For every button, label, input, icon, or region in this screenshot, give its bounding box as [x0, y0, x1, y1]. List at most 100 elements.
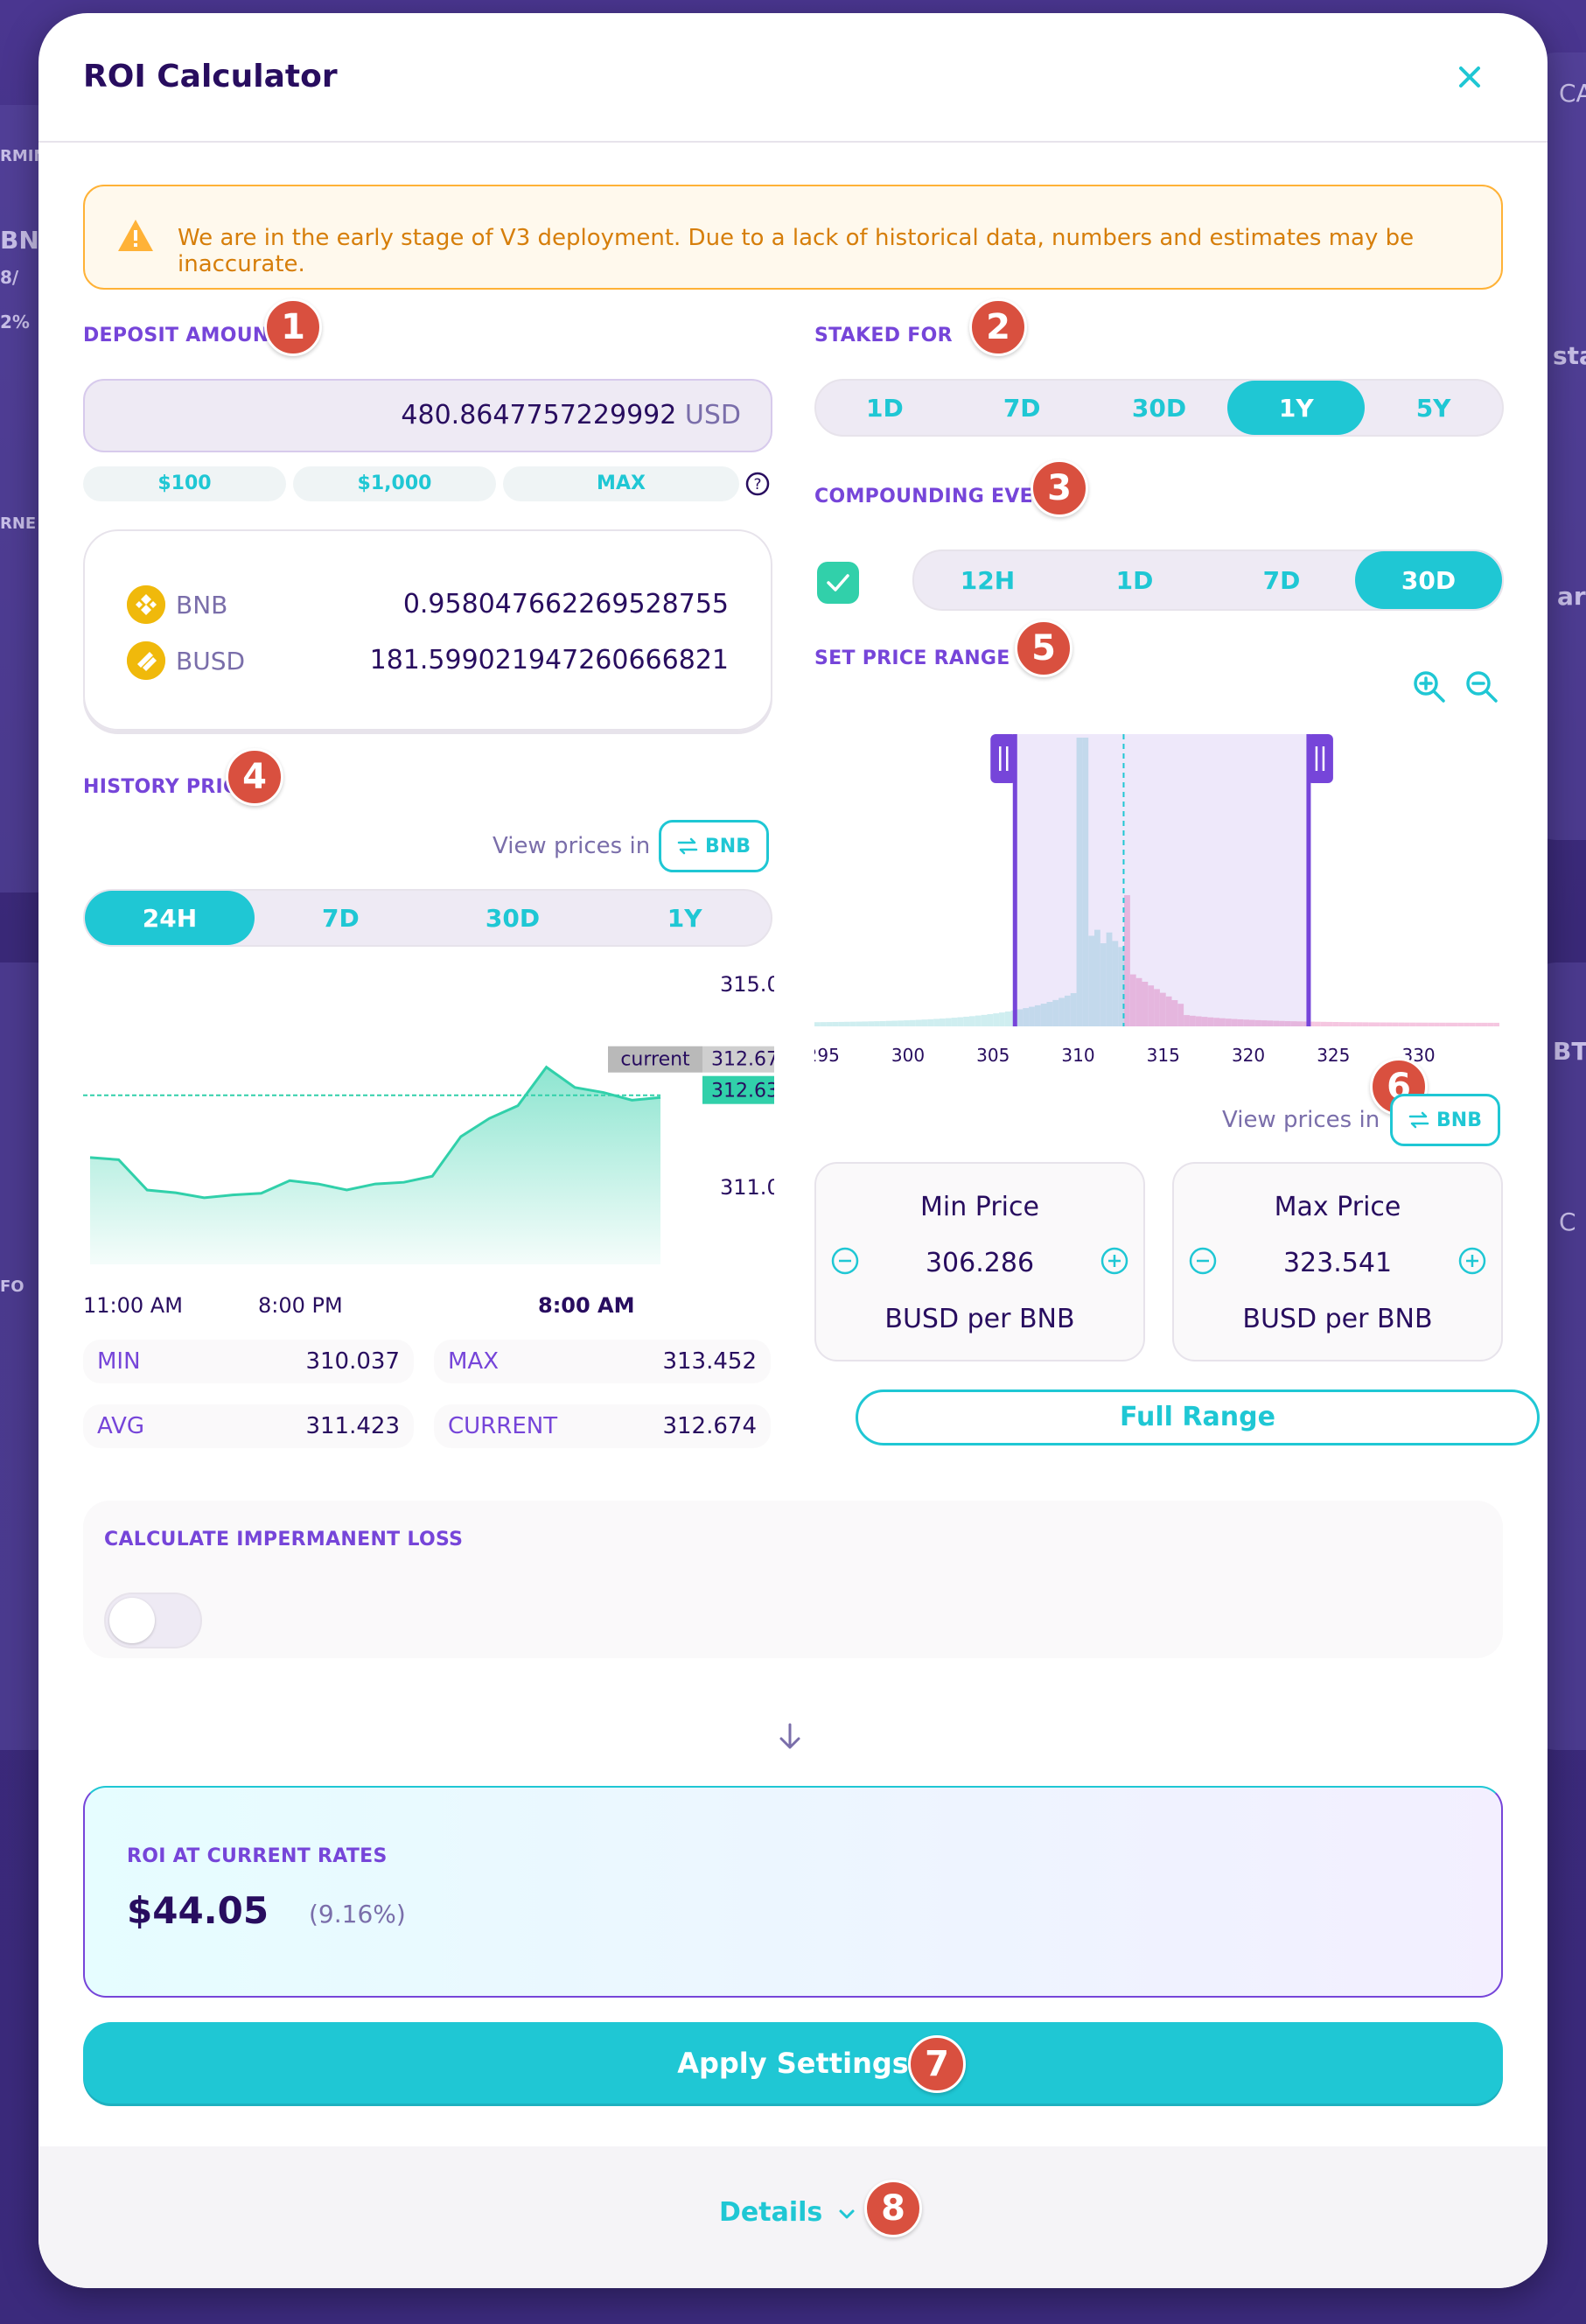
apply-settings-button[interactable]: Apply Settings [83, 2022, 1503, 2106]
histogram-bar [886, 1021, 892, 1026]
tab-staked-5y[interactable]: 5Y [1365, 381, 1502, 435]
stat-avg-label: AVG [97, 1413, 144, 1439]
current-value: 312.67 [711, 1049, 774, 1071]
range-x-tick: 325 [1317, 1045, 1350, 1066]
tab-1y[interactable]: 1Y [598, 891, 771, 945]
max-price-unit: BUSD per BNB [1174, 1304, 1501, 1334]
histogram-bar [963, 1017, 969, 1026]
token-breakdown: BNB 0.958047662269528755 BUSD 181.599021… [83, 529, 772, 731]
stat-max-label: MAX [448, 1348, 499, 1375]
roi-percent: (9.16%) [309, 1900, 406, 1928]
histogram-bar [1410, 1023, 1416, 1026]
histogram-bar [1416, 1023, 1422, 1026]
quick-100-button[interactable]: $100 [83, 466, 286, 501]
histogram-bar [1321, 1022, 1327, 1026]
deposit-amount-input[interactable]: 480.8647757229992 USD [83, 379, 772, 452]
tab-staked-1d[interactable]: 1D [816, 381, 954, 435]
stat-current-label: CURRENT [448, 1413, 557, 1439]
history-token-toggle[interactable]: BNB [659, 820, 769, 872]
quick-1000-button[interactable]: $1,000 [293, 466, 496, 501]
token-row-bnb: BNB [127, 585, 227, 624]
histogram-bar [1446, 1023, 1452, 1026]
close-button[interactable] [1450, 57, 1490, 97]
histogram-bar [838, 1022, 844, 1026]
compounding-checkbox[interactable] [817, 562, 859, 604]
bg-text: 2% [0, 312, 30, 332]
stat-avg: AVG 311.423 [83, 1404, 414, 1448]
histogram-bar [874, 1021, 880, 1026]
tab-compound-7d[interactable]: 7D [1208, 551, 1355, 609]
step-badge-5: 5 [1015, 620, 1072, 677]
tab-compound-12h[interactable]: 12H [914, 551, 1061, 609]
stat-min-label: MIN [97, 1348, 141, 1375]
histogram-bar [1398, 1023, 1404, 1026]
min-range-handle[interactable] [990, 734, 1017, 783]
details-toggle[interactable]: Details [719, 2197, 822, 2228]
step-badge-2: 2 [969, 298, 1027, 356]
histogram-bar [1434, 1023, 1440, 1026]
stat-current: CURRENT 312.674 [434, 1404, 771, 1448]
x-tick-label: 11:00 AM [83, 1293, 183, 1317]
histogram-bar [1005, 1012, 1011, 1026]
tab-staked-7d[interactable]: 7D [954, 381, 1091, 435]
histogram-bar [1470, 1023, 1476, 1026]
histogram-bar [999, 1012, 1005, 1026]
price-range-chart[interactable]: 295300305310315320325330 [814, 720, 1506, 1070]
history-token-label: BNB [705, 836, 751, 858]
set-price-range-label: SET PRICE RANGE [814, 648, 1010, 669]
range-x-tick: 310 [1061, 1045, 1094, 1066]
tab-24h[interactable]: 24H [85, 891, 255, 945]
roi-result-card: ROI AT CURRENT RATES $44.05 (9.16%) [83, 1786, 1503, 1998]
histogram-bar [856, 1022, 863, 1026]
staked-for-label: STAKED FOR [814, 325, 953, 346]
max-button[interactable]: MAX [503, 466, 739, 501]
zoom-in-icon[interactable] [1410, 668, 1449, 706]
tab-staked-30d[interactable]: 30D [1091, 381, 1228, 435]
histogram-bar [868, 1021, 874, 1026]
range-token-toggle[interactable]: BNB [1390, 1094, 1500, 1146]
max-range-handle[interactable] [1307, 734, 1333, 783]
max-price-value[interactable]: 323.541 [1174, 1248, 1501, 1278]
view-prices-label: View prices in [1222, 1107, 1380, 1133]
tab-7d[interactable]: 7D [255, 891, 427, 945]
plus-circle-icon[interactable] [1457, 1246, 1487, 1276]
histogram-bar [916, 1020, 922, 1026]
selected-range [1015, 734, 1309, 1026]
x-tick-label: 8:00 PM [258, 1293, 343, 1317]
histogram-bar [1357, 1022, 1363, 1026]
roi-label: ROI AT CURRENT RATES [127, 1845, 388, 1867]
tab-30d[interactable]: 30D [427, 891, 599, 945]
histogram-bar [933, 1018, 940, 1026]
tab-compound-30d[interactable]: 30D [1355, 551, 1502, 609]
help-icon[interactable]: ? [744, 470, 772, 498]
histogram-bar [1327, 1022, 1333, 1026]
histogram-bar [1440, 1023, 1446, 1026]
bnb-token-icon [127, 585, 165, 624]
min-price-card: Min Price 306.286 BUSD per BNB [814, 1162, 1145, 1362]
histogram-bar [892, 1021, 898, 1026]
histogram-bar [1368, 1022, 1374, 1026]
histogram-bar [1380, 1023, 1387, 1026]
tab-staked-1y[interactable]: 1Y [1227, 381, 1365, 435]
details-footer: Details 8 [38, 2146, 1548, 2288]
handle-body [1307, 734, 1333, 783]
min-price-title: Min Price [816, 1192, 1143, 1222]
histogram-bar [975, 1016, 982, 1026]
max-price-title: Max Price [1174, 1192, 1501, 1222]
token-amount-bnb: 0.958047662269528755 [403, 589, 729, 620]
plus-circle-icon[interactable] [1100, 1246, 1129, 1276]
bg-text: C [1559, 1208, 1576, 1236]
histogram-bar [827, 1022, 833, 1026]
histogram-bar [1482, 1023, 1488, 1026]
histogram-bar [1404, 1023, 1410, 1026]
min-price-value[interactable]: 306.286 [816, 1248, 1143, 1278]
token-symbol: BNB [176, 591, 227, 620]
impermanent-loss-toggle[interactable] [104, 1592, 202, 1648]
histogram-bar [1387, 1023, 1393, 1026]
histogram-bar [969, 1016, 975, 1026]
histogram-bar [922, 1019, 928, 1026]
tab-compound-1d[interactable]: 1D [1061, 551, 1208, 609]
full-range-button[interactable]: Full Range [856, 1390, 1540, 1446]
chevron-down-icon[interactable] [836, 2206, 857, 2222]
zoom-out-icon[interactable] [1463, 668, 1501, 706]
